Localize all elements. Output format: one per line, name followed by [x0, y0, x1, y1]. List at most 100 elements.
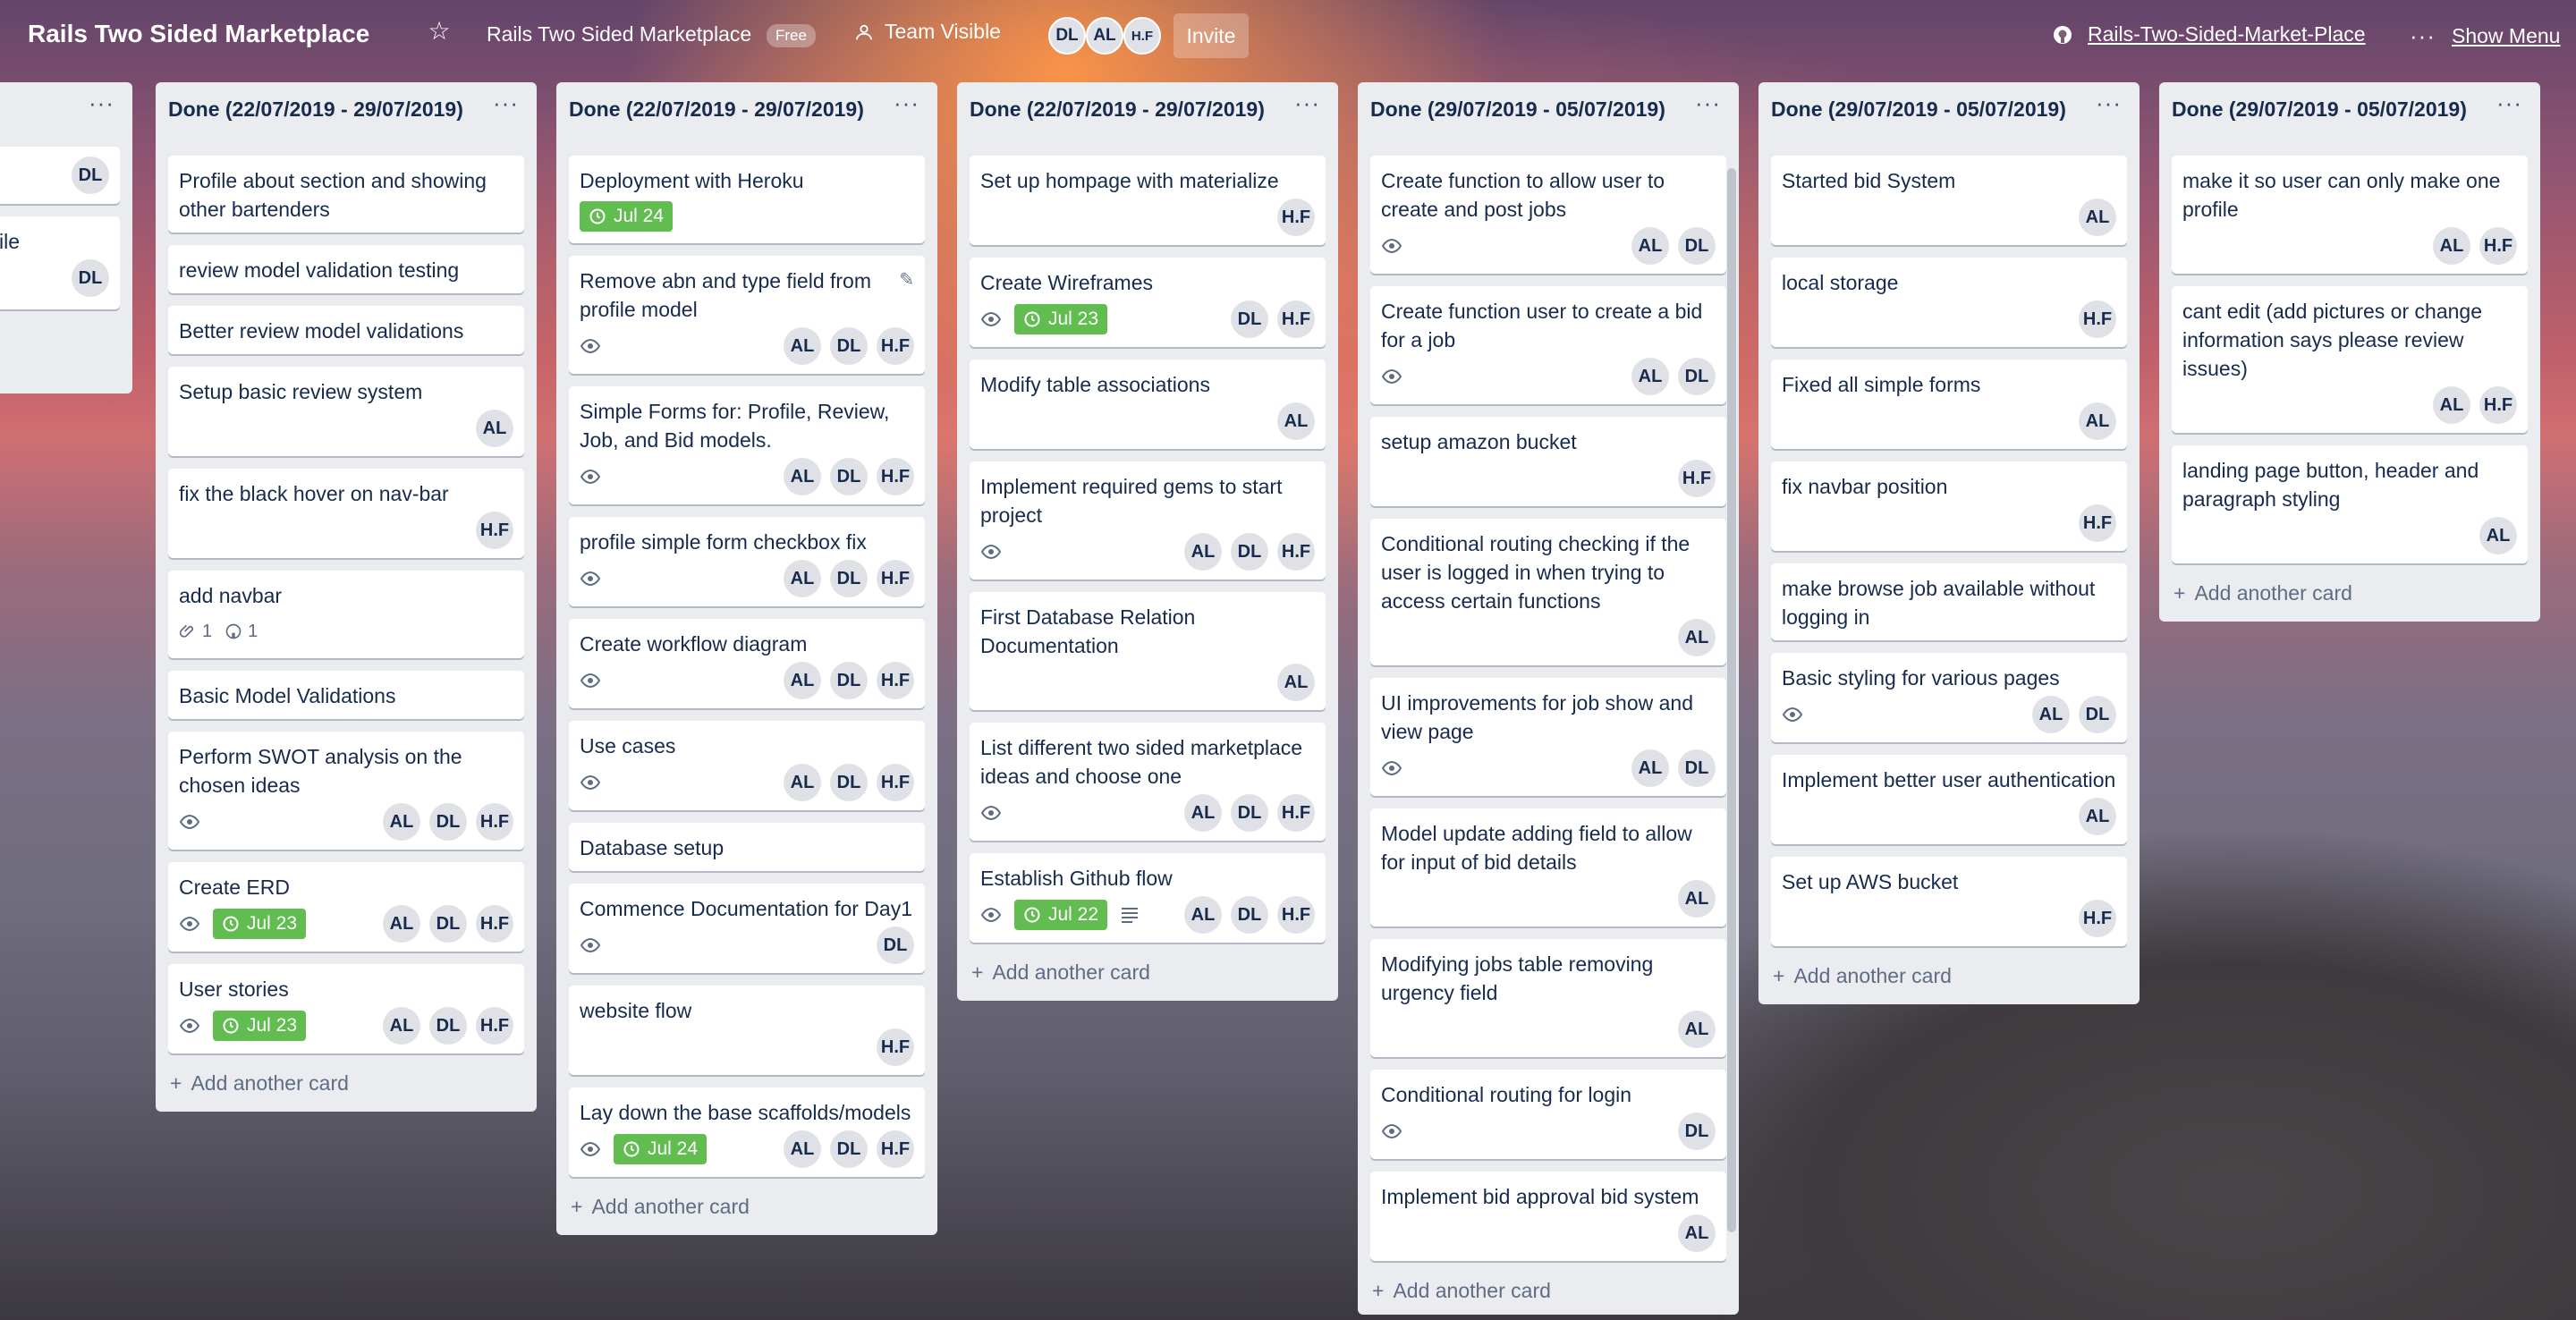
- card[interactable]: Set up AWS bucket H.F: [1771, 857, 2127, 946]
- list-title[interactable]: Done (29/07/2019 - 05/07/2019): [1771, 95, 2066, 123]
- card[interactable]: Use cases AL DL H.F: [569, 721, 925, 810]
- avatar[interactable]: DL: [1048, 17, 1086, 55]
- avatar[interactable]: H.F: [1277, 300, 1315, 338]
- avatar[interactable]: AL: [1184, 794, 1222, 832]
- avatar[interactable]: DL: [1231, 794, 1268, 832]
- card[interactable]: Better review model validations: [168, 306, 524, 354]
- visibility-button[interactable]: Team Visible: [854, 20, 1001, 44]
- card[interactable]: Implement better user authentication AL: [1771, 755, 2127, 844]
- avatar[interactable]: H.F: [2079, 900, 2116, 937]
- list-title[interactable]: Done (22/07/2019 - 29/07/2019): [970, 95, 1265, 123]
- avatar[interactable]: AL: [1631, 749, 1669, 787]
- card[interactable]: Create function to allow user to create …: [1370, 156, 1726, 274]
- avatar[interactable]: DL: [1231, 300, 1268, 338]
- avatar[interactable]: AL: [1277, 402, 1315, 440]
- avatar[interactable]: AL: [784, 560, 821, 597]
- avatar[interactable]: H.F: [476, 905, 513, 943]
- avatar[interactable]: AL: [2079, 199, 2116, 236]
- avatar[interactable]: DL: [1678, 1113, 1716, 1150]
- invite-button[interactable]: Invite: [1174, 13, 1249, 58]
- card[interactable]: UI improvements for job show and view pa…: [1370, 678, 1726, 796]
- avatar[interactable]: AL: [1086, 17, 1123, 55]
- avatar[interactable]: DL: [830, 560, 868, 597]
- avatar[interactable]: DL: [1678, 358, 1716, 395]
- card[interactable]: Basic Model Validations: [168, 671, 524, 719]
- card[interactable]: add navbar 1 1: [168, 571, 524, 658]
- avatar[interactable]: AL: [1184, 533, 1222, 571]
- avatar[interactable]: AL: [784, 1130, 821, 1168]
- add-card-button[interactable]: + Add another card: [970, 955, 1326, 1001]
- card[interactable]: Setup basic review system AL: [168, 367, 524, 456]
- avatar[interactable]: AL: [2433, 227, 2470, 265]
- avatar[interactable]: AL: [383, 905, 420, 943]
- avatar[interactable]: H.F: [1678, 460, 1716, 497]
- avatar[interactable]: DL: [429, 1007, 467, 1045]
- avatar[interactable]: AL: [2079, 798, 2116, 835]
- avatar[interactable]: AL: [1631, 227, 1669, 265]
- avatar[interactable]: DL: [72, 157, 109, 194]
- scrollbar[interactable]: [1727, 168, 1736, 1232]
- avatar[interactable]: H.F: [877, 662, 914, 699]
- card[interactable]: Create ERD Jul 23 AL DL H.F: [168, 862, 524, 952]
- board-crumb[interactable]: Rails Two Sided Marketplace: [487, 22, 751, 47]
- card[interactable]: landing page button, header and paragrap…: [2172, 445, 2528, 563]
- card[interactable]: Profile about section and showing other …: [168, 156, 524, 233]
- avatar[interactable]: AL: [383, 803, 420, 841]
- avatar[interactable]: AL: [2479, 517, 2517, 554]
- add-card-button[interactable]: + Add another card: [569, 1189, 925, 1235]
- avatar[interactable]: AL: [1277, 664, 1315, 701]
- due-date-badge[interactable]: Jul 23: [1014, 304, 1108, 334]
- card[interactable]: fix the black hover on nav-bar H.F: [168, 469, 524, 558]
- card[interactable]: Deployment with Heroku Jul 24: [569, 156, 925, 243]
- avatar[interactable]: DL: [877, 927, 914, 964]
- edit-icon[interactable]: ✎: [899, 268, 914, 291]
- avatar[interactable]: H.F: [1277, 896, 1315, 934]
- card[interactable]: local storage H.F: [1771, 258, 2127, 347]
- list-menu-icon[interactable]: ···: [894, 89, 919, 117]
- avatar[interactable]: AL: [1678, 880, 1716, 918]
- card[interactable]: setup amazon bucket H.F: [1370, 417, 1726, 506]
- avatar[interactable]: H.F: [1277, 199, 1315, 236]
- avatar[interactable]: AL: [1631, 358, 1669, 395]
- card[interactable]: List different two sided marketplace ide…: [970, 723, 1326, 841]
- card[interactable]: Perform SWOT analysis on the chosen idea…: [168, 732, 524, 850]
- avatar[interactable]: H.F: [2479, 386, 2517, 424]
- card[interactable]: Fixed all simple forms AL: [1771, 360, 2127, 449]
- card[interactable]: Set up hompage with materialize H.F: [970, 156, 1326, 245]
- avatar[interactable]: H.F: [476, 1007, 513, 1045]
- list-title[interactable]: Done (29/07/2019 - 05/07/2019): [2172, 95, 2467, 123]
- card[interactable]: website flow H.F: [569, 986, 925, 1075]
- card[interactable]: profile simple form checkbox fix AL DL H.F: [569, 517, 925, 606]
- card[interactable]: Simple Forms for: Profile, Review, Job, …: [569, 386, 925, 504]
- avatar[interactable]: DL: [1678, 227, 1716, 265]
- list-title[interactable]: Done (22/07/2019 - 29/07/2019): [569, 95, 864, 123]
- due-date-badge[interactable]: Jul 24: [614, 1134, 708, 1164]
- avatar[interactable]: AL: [1678, 619, 1716, 656]
- list-menu-icon[interactable]: ···: [493, 89, 519, 117]
- add-card-button[interactable]: + Add another card: [168, 1066, 524, 1112]
- add-card-button[interactable]: + Add another card: [2172, 576, 2528, 622]
- avatar[interactable]: DL: [1231, 533, 1268, 571]
- avatar[interactable]: DL: [429, 803, 467, 841]
- card[interactable]: Create function user to create a bid for…: [1370, 286, 1726, 404]
- list-title[interactable]: Done (22/07/2019 - 29/07/2019): [168, 95, 463, 123]
- avatar[interactable]: AL: [1678, 1214, 1716, 1252]
- card[interactable]: fix navbar position H.F: [1771, 461, 2127, 551]
- github-powerup[interactable]: Rails-Two-Sided-Market-Place: [2052, 22, 2366, 47]
- card[interactable]: Modifying jobs table removing urgency fi…: [1370, 939, 1726, 1057]
- card[interactable]: Implement required gems to start project…: [970, 461, 1326, 580]
- card[interactable]: review model validation testing: [168, 245, 524, 293]
- card[interactable]: First Database Relation Documentation AL: [970, 592, 1326, 710]
- avatar[interactable]: H.F: [877, 764, 914, 801]
- card[interactable]: Conditional routing for login DL: [1370, 1070, 1726, 1159]
- list-menu-icon[interactable]: ···: [89, 89, 114, 117]
- card[interactable]: Model update adding field to allow for i…: [1370, 808, 1726, 927]
- card[interactable]: ofile DL: [0, 216, 120, 309]
- avatar[interactable]: DL: [830, 764, 868, 801]
- avatar[interactable]: H.F: [2479, 227, 2517, 265]
- card[interactable]: Create workflow diagram AL DL H.F: [569, 619, 925, 708]
- card[interactable]: Started bid System AL: [1771, 156, 2127, 245]
- card[interactable]: cant edit (add pictures or change inform…: [2172, 286, 2528, 433]
- card[interactable]: Lay down the base scaffolds/models Jul 24…: [569, 1087, 925, 1177]
- avatar[interactable]: AL: [383, 1007, 420, 1045]
